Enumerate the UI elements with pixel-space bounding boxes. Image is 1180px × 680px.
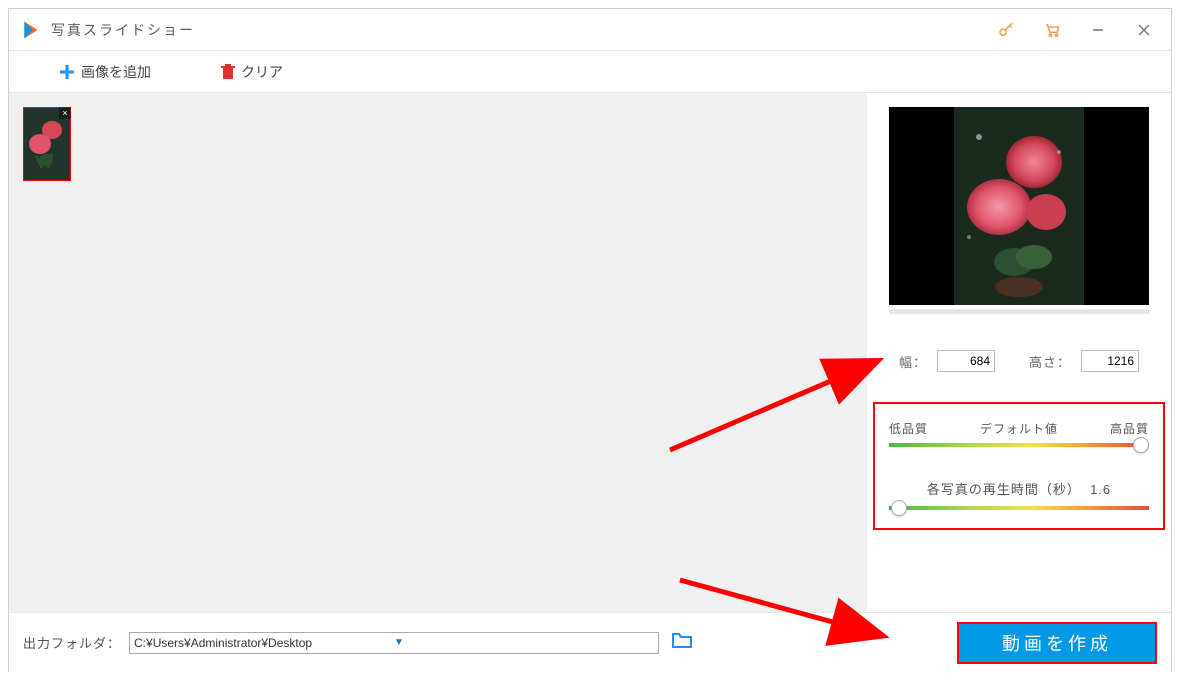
- dropdown-icon[interactable]: ▼: [394, 637, 654, 648]
- folder-icon: [671, 631, 693, 649]
- output-folder-label: 出力フォルダ：: [23, 633, 121, 652]
- settings-panel: 幅： 高さ： 低品質 デフォルト値 高品質 各写真の再生時間（秒） 1.6: [867, 93, 1171, 612]
- plus-icon: [59, 64, 75, 80]
- clear-button[interactable]: クリア: [221, 62, 283, 82]
- quality-labels: 低品質 デフォルト値 高品質: [889, 420, 1149, 437]
- highlighted-settings: 低品質 デフォルト値 高品質 各写真の再生時間（秒） 1.6: [873, 402, 1165, 530]
- preview-progress[interactable]: [889, 309, 1149, 314]
- height-label: 高さ：: [1029, 352, 1071, 371]
- cart-icon[interactable]: [1029, 10, 1075, 50]
- preview-image: [954, 107, 1084, 305]
- quality-default-label: デフォルト値: [980, 420, 1058, 437]
- browse-folder-button[interactable]: [671, 631, 693, 654]
- quality-low-label: 低品質: [889, 420, 928, 437]
- duration-slider[interactable]: [889, 506, 1149, 512]
- output-folder-input[interactable]: C:¥Users¥Administrator¥Desktop ▼: [129, 632, 659, 654]
- thumbnail-panel: ×: [9, 93, 867, 612]
- content-area: ×: [9, 93, 1171, 612]
- titlebar: 写真スライドショー: [9, 9, 1171, 51]
- trash-icon: [221, 64, 235, 80]
- thumbnail-remove-icon[interactable]: ×: [59, 107, 71, 119]
- app-logo-icon: [21, 20, 41, 40]
- add-image-label: 画像を追加: [81, 62, 151, 82]
- width-label: 幅：: [899, 352, 927, 371]
- output-folder-path: C:¥Users¥Administrator¥Desktop: [134, 636, 394, 650]
- quality-high-label: 高品質: [1110, 420, 1149, 437]
- clear-label: クリア: [241, 62, 283, 82]
- height-input[interactable]: [1081, 350, 1139, 372]
- thumbnail-item[interactable]: ×: [23, 107, 71, 181]
- close-button[interactable]: [1121, 10, 1167, 50]
- duration-slider-handle[interactable]: [891, 500, 907, 516]
- minimize-button[interactable]: [1075, 10, 1121, 50]
- key-icon[interactable]: [983, 10, 1029, 50]
- toolbar: 画像を追加 クリア: [9, 51, 1171, 93]
- create-video-label: 動画を作成: [1002, 630, 1112, 656]
- window-title: 写真スライドショー: [51, 20, 983, 40]
- quality-slider[interactable]: [889, 443, 1149, 449]
- add-image-button[interactable]: 画像を追加: [59, 62, 151, 82]
- create-video-button[interactable]: 動画を作成: [957, 622, 1157, 664]
- quality-slider-handle[interactable]: [1133, 437, 1149, 453]
- duration-row: 各写真の再生時間（秒） 1.6: [889, 479, 1149, 498]
- width-input[interactable]: [937, 350, 995, 372]
- duration-value: 1.6: [1090, 482, 1111, 497]
- duration-label: 各写真の再生時間（秒）: [927, 482, 1081, 497]
- app-window: 写真スライドショー 画像を追加 クリア: [8, 8, 1172, 672]
- preview-area: [889, 107, 1149, 305]
- dimensions-row: 幅： 高さ：: [881, 350, 1157, 372]
- footer: 出力フォルダ： C:¥Users¥Administrator¥Desktop ▼…: [9, 612, 1171, 672]
